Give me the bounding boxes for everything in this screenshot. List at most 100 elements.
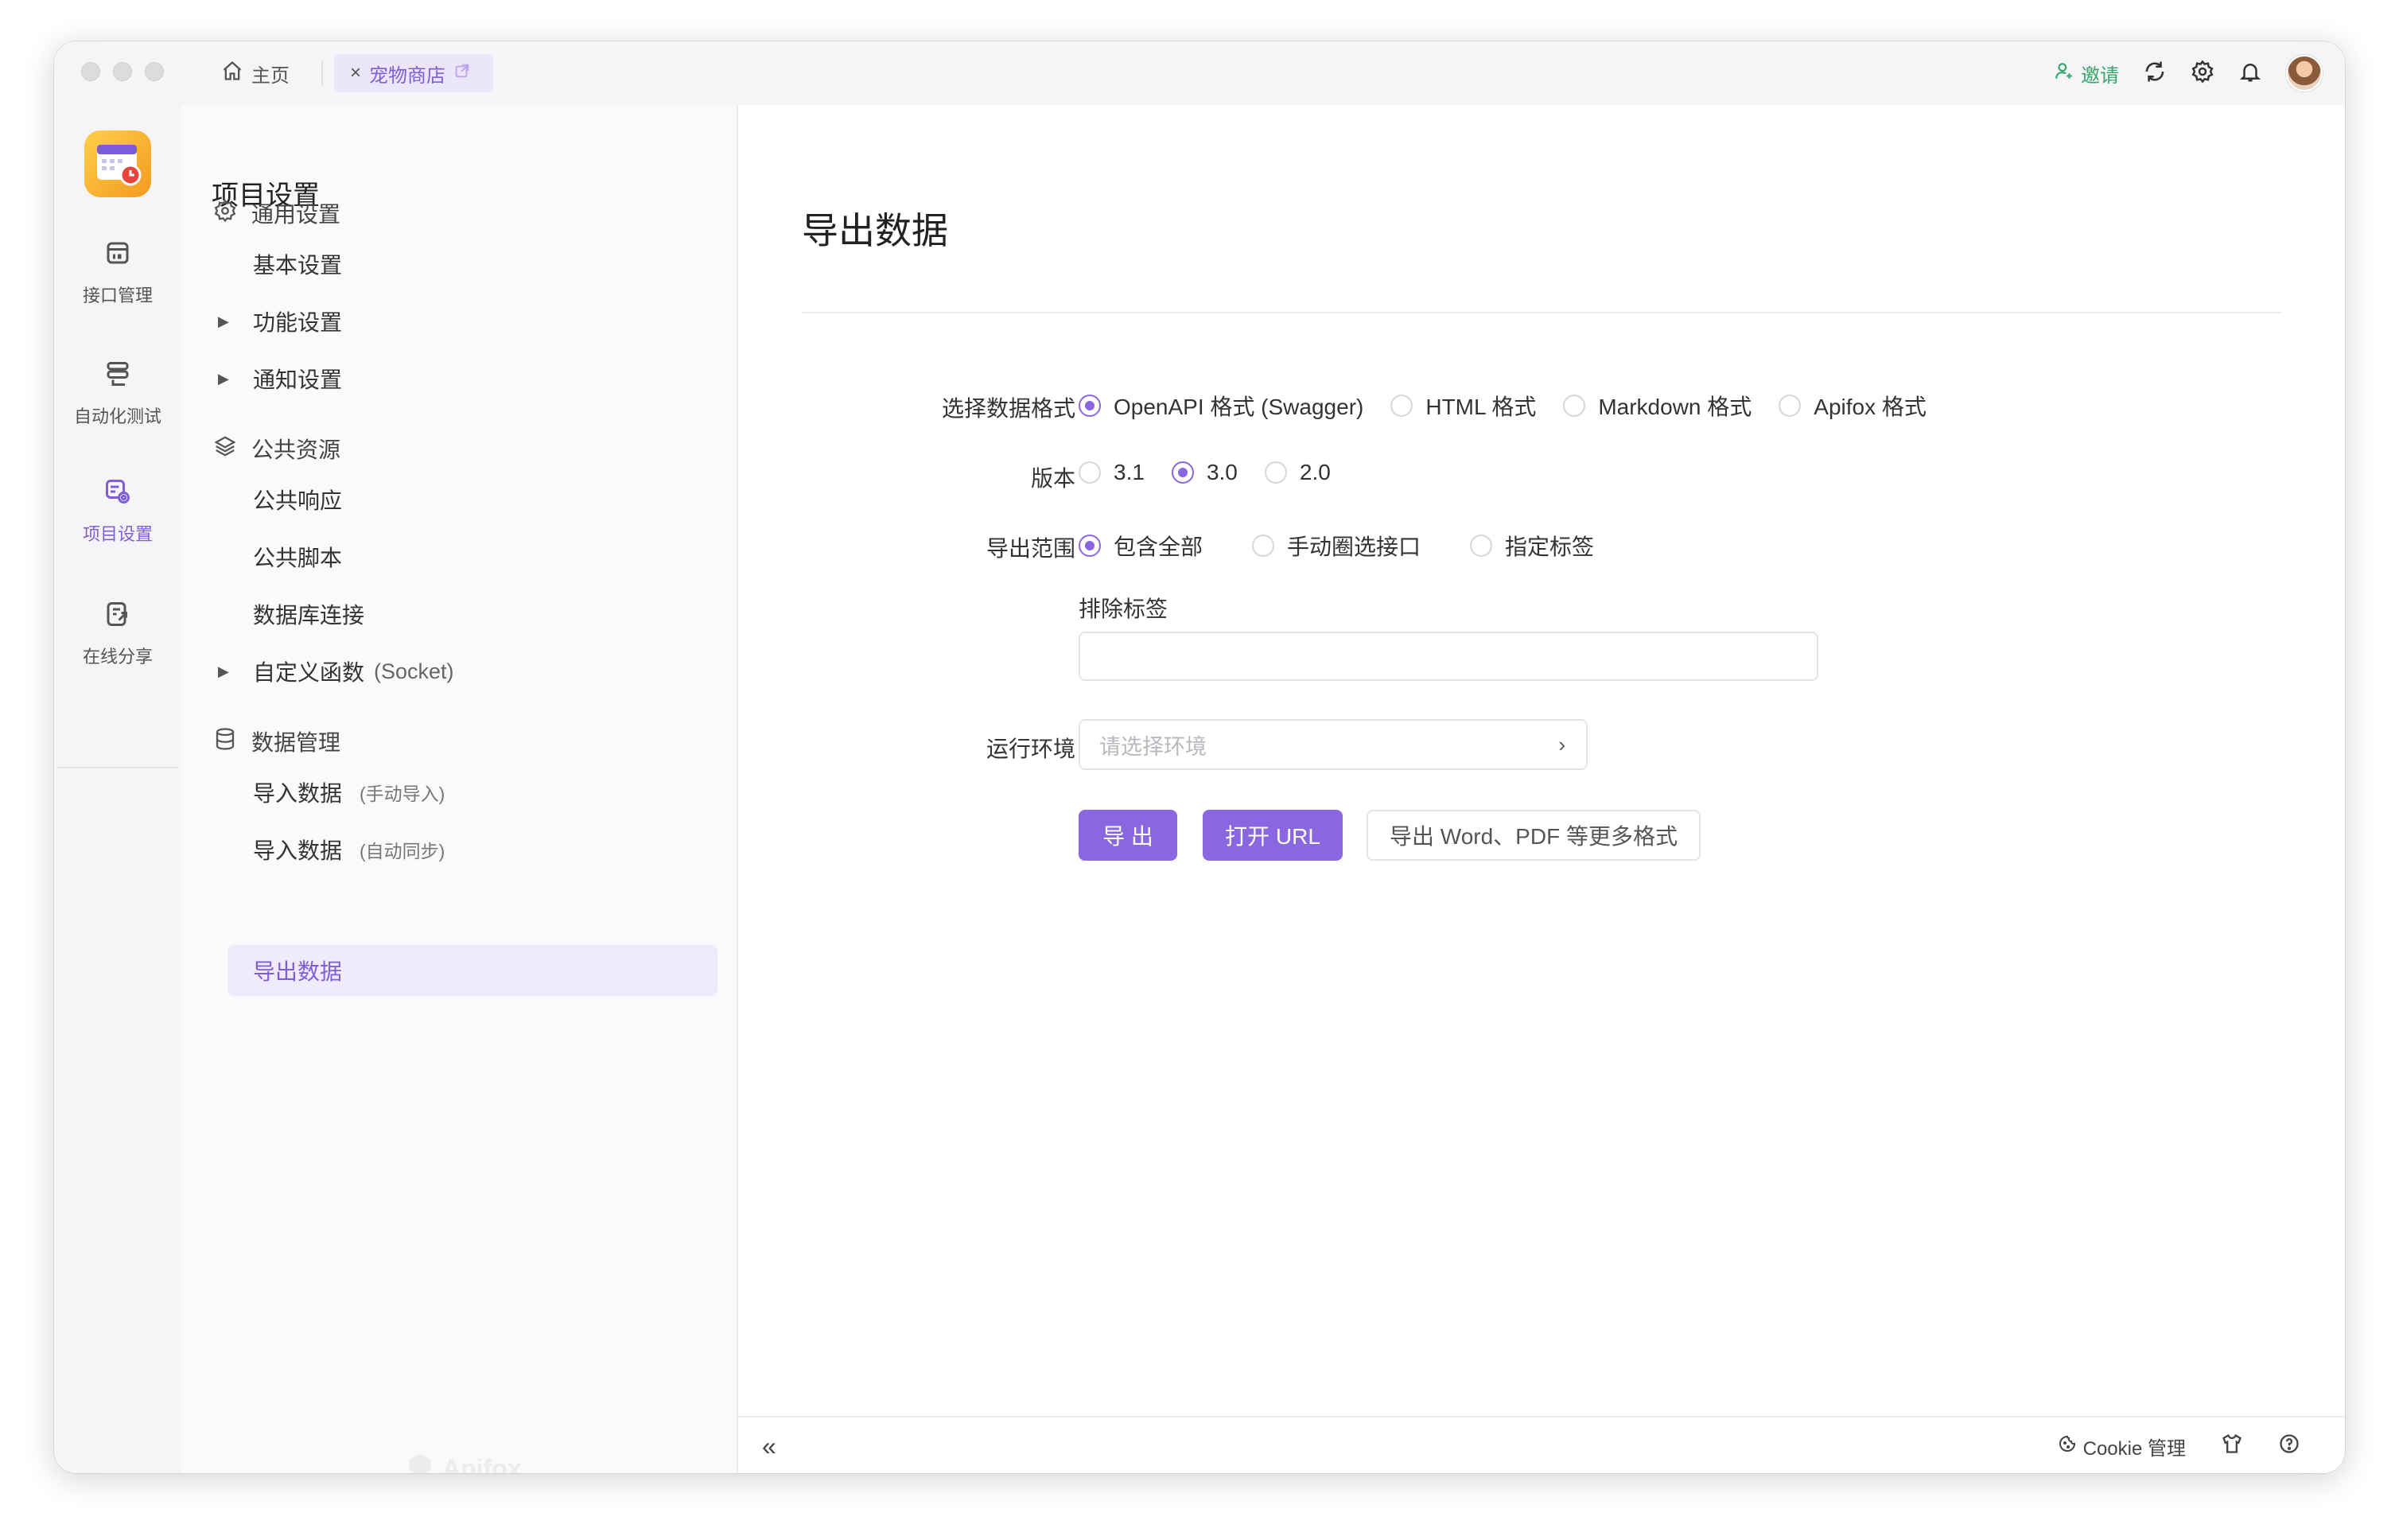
tab-pet-store[interactable]: × 宠物商店 [334, 54, 493, 92]
radio-format-html[interactable]: HTML 格式 [1390, 390, 1536, 422]
radio-label: 手动圈选接口 [1287, 535, 1421, 559]
title-bar: 主页 × 宠物商店 邀请 [54, 41, 2345, 105]
version-label: 版本 [1030, 466, 1075, 491]
nav-item-label: 通知设置 [253, 368, 343, 392]
tab-home[interactable]: 主页 [221, 57, 290, 89]
nav-item-common-response[interactable]: 公共响应 [253, 474, 342, 525]
avatar[interactable] [2286, 55, 2323, 91]
nav-item-feature-settings[interactable]: 功能设置 [253, 296, 342, 347]
nav-item-basic-settings[interactable]: 基本设置 [253, 239, 342, 290]
radio-dot[interactable] [1264, 461, 1287, 484]
rail-item-label: 接口管理 [82, 286, 153, 305]
radio-dot[interactable] [1779, 395, 1802, 417]
radio-format-apifox[interactable]: Apifox 格式 [1779, 390, 1927, 422]
rail-item-automation-test[interactable]: 自动化测试 [54, 360, 181, 428]
radio-dot[interactable] [1171, 461, 1194, 484]
apifox-watermark: Apifox [404, 1449, 522, 1473]
radio-dot[interactable] [1563, 395, 1586, 417]
radio-scope-all[interactable]: 包含全部 [1079, 530, 1203, 562]
nav-item-custom-function[interactable]: 自定义函数 (Socket) [253, 646, 454, 697]
shirt-icon[interactable] [2221, 1433, 2243, 1460]
rail-divider [57, 767, 178, 768]
open-url-button[interactable]: 打开 URL [1203, 810, 1343, 861]
titlebar-actions: 邀请 [2054, 54, 2323, 92]
nav-item-label: 基本设置 [253, 253, 343, 278]
rail-item-online-share[interactable]: 在线分享 [54, 600, 181, 668]
rail-item-project-settings[interactable]: 项目设置 [54, 477, 181, 546]
nav-item-label: 公共响应 [253, 488, 343, 513]
nav-item-notify-settings[interactable]: 通知设置 [253, 353, 342, 404]
radio-version-3-1[interactable]: 3.1 [1079, 460, 1145, 485]
radio-dot[interactable] [1079, 395, 1101, 417]
nav-group-label: 数据管理 [251, 730, 341, 755]
footer-actions: Cookie 管理 [2058, 1418, 2300, 1473]
nav-item-label: 导入数据 [253, 838, 343, 863]
caret-right-icon[interactable]: ▶ [218, 353, 229, 404]
nav-item-export[interactable]: 导出数据 [253, 945, 342, 996]
rail-item-api-management[interactable]: 接口管理 [54, 239, 181, 307]
radio-scope-tags[interactable]: 指定标签 [1470, 530, 1594, 562]
radio-dot[interactable] [1079, 535, 1101, 557]
invite-button[interactable]: 邀请 [2054, 60, 2119, 88]
sync-icon[interactable] [2143, 60, 2167, 88]
bell-icon[interactable] [2238, 60, 2262, 88]
more-formats-button[interactable]: 导出 Word、PDF 等更多格式 [1367, 810, 1701, 861]
caret-right-icon[interactable]: ▶ [218, 646, 229, 697]
left-rail: 接口管理 自动化测试 项目设置 在线分享 [54, 105, 181, 1473]
radio-version-3-0[interactable]: 3.0 [1171, 460, 1238, 485]
version-radio-group: 3.1 3.0 2.0 [1079, 460, 1358, 485]
database-icon [213, 727, 237, 756]
window-close-control[interactable] [81, 62, 100, 81]
external-link-icon[interactable] [453, 62, 471, 85]
automation-test-icon [103, 360, 132, 393]
nav-item-label: 功能设置 [253, 310, 343, 335]
app-logo[interactable] [84, 130, 151, 197]
radio-dot[interactable] [1079, 461, 1101, 484]
radio-label: 2.0 [1299, 460, 1331, 484]
radio-dot[interactable] [1470, 535, 1493, 557]
rail-item-label: 项目设置 [82, 524, 153, 544]
radio-dot[interactable] [1390, 395, 1413, 417]
help-icon[interactable] [2278, 1433, 2300, 1460]
nav-group-label: 公共资源 [251, 438, 341, 462]
exclude-tags-input[interactable] [1079, 632, 1818, 681]
tab-pet-store-label: 宠物商店 [369, 64, 446, 87]
nav-item-import-manual[interactable]: 导入数据 (手动导入) [253, 767, 445, 818]
window-minimize-control[interactable] [113, 62, 132, 81]
radio-format-openapi[interactable]: OpenAPI 格式 (Swagger) [1079, 390, 1363, 422]
project-settings-icon [103, 477, 132, 511]
radio-label: Apifox 格式 [1814, 395, 1927, 419]
app-window: 主页 × 宠物商店 邀请 接口管理 自动化测试 项目设置 在线分享 项目设置 通… [54, 41, 2345, 1473]
export-button[interactable]: 导 出 [1079, 810, 1177, 861]
cookie-manager-button[interactable]: Cookie 管理 [2058, 1433, 2186, 1460]
radio-dot[interactable] [1252, 535, 1275, 557]
collapse-sidebar-icon[interactable]: « [762, 1432, 776, 1461]
online-share-icon [103, 600, 132, 633]
gear-icon[interactable] [2191, 59, 2214, 88]
window-zoom-control[interactable] [145, 62, 164, 81]
radio-label: Markdown 格式 [1598, 395, 1752, 419]
nav-item-common-script[interactable]: 公共脚本 [253, 531, 342, 582]
env-select[interactable]: 请选择环境 › [1079, 719, 1588, 770]
radio-scope-manual[interactable]: 手动圈选接口 [1252, 530, 1421, 562]
nav-item-import-auto[interactable]: 导入数据 (自动同步) [253, 824, 445, 875]
radio-label: OpenAPI 格式 (Swagger) [1114, 395, 1364, 419]
scope-radio-group: 包含全部 手动圈选接口 指定标签 [1079, 530, 1621, 562]
radio-format-markdown[interactable]: Markdown 格式 [1563, 390, 1752, 422]
nav-item-hint: (手动导入) [360, 784, 445, 804]
caret-right-icon[interactable]: ▶ [218, 296, 229, 347]
footer-bar: « Cookie 管理 [738, 1416, 2345, 1473]
close-icon[interactable]: × [350, 62, 361, 84]
nav-item-label: 公共脚本 [253, 546, 343, 570]
nav-item-label: 导入数据 [253, 781, 343, 806]
tab-divider [321, 60, 323, 86]
radio-label: 指定标签 [1505, 535, 1595, 559]
nav-item-label: 数据库连接 [253, 603, 365, 628]
nav-item-db-connection[interactable]: 数据库连接 [253, 589, 364, 640]
radio-version-2-0[interactable]: 2.0 [1264, 460, 1331, 485]
title-divider [802, 312, 2281, 313]
rail-item-label: 在线分享 [82, 647, 153, 667]
rail-item-label: 自动化测试 [73, 406, 161, 426]
env-select-placeholder: 请选择环境 [1099, 734, 1207, 759]
format-label: 选择数据格式 [941, 396, 1075, 421]
